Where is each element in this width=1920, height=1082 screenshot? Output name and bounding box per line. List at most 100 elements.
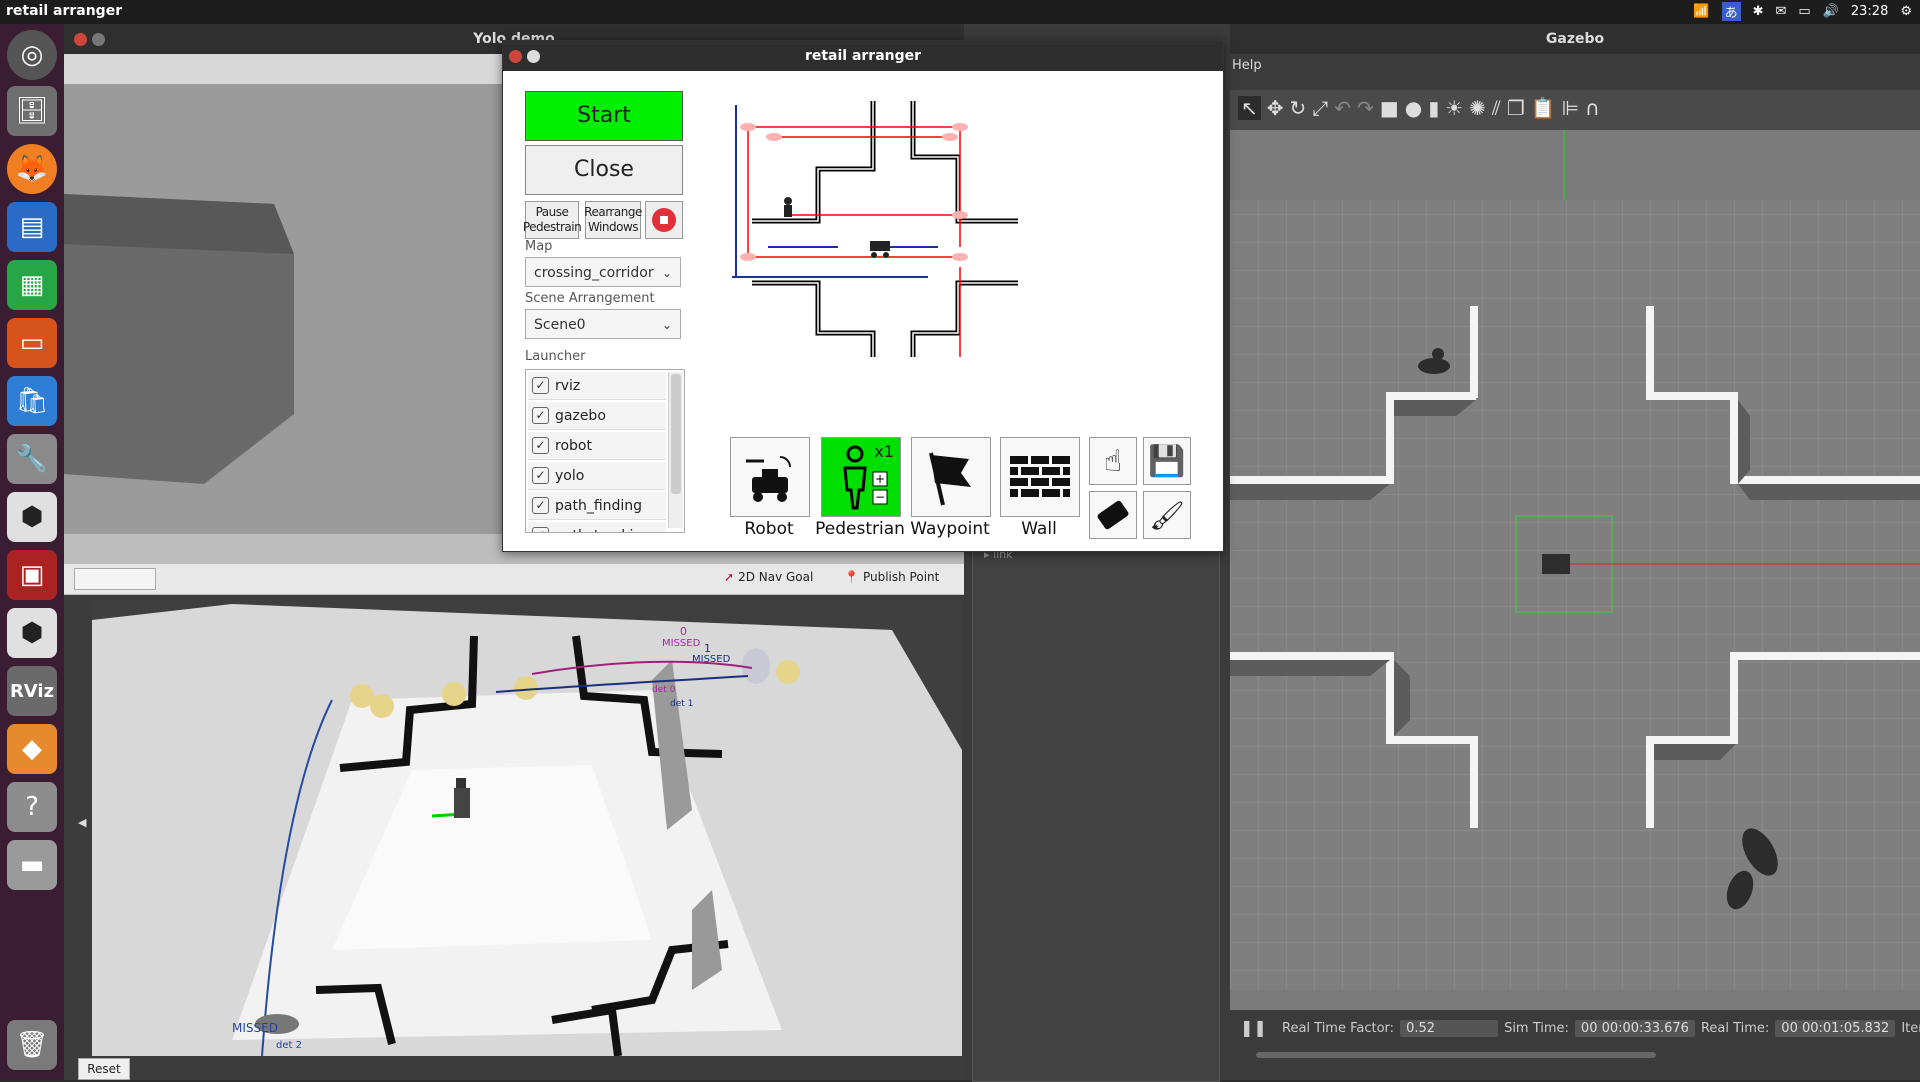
pause-pedestrian-button[interactable]: Pause Pedestrain	[523, 201, 582, 239]
mail-icon[interactable]: ✉	[1775, 4, 1786, 19]
launcher-item[interactable]: ✓ path_finding	[528, 492, 666, 520]
rviz-icon[interactable]: RViz	[7, 666, 57, 716]
wifi-icon[interactable]: 📶	[1693, 4, 1709, 19]
firefox-icon[interactable]: 🦊	[7, 144, 57, 194]
impress-icon[interactable]: ▭	[7, 318, 57, 368]
point-light-icon[interactable]: ☀	[1445, 96, 1463, 120]
snap-icon[interactable]: ∩	[1585, 96, 1600, 120]
volume-icon[interactable]: 🔊	[1823, 4, 1839, 19]
arranger-close-icon[interactable]	[509, 50, 522, 63]
track-0-number: 0	[680, 625, 687, 638]
help-menu[interactable]: Help	[1232, 58, 1262, 73]
det-0-label: det 0	[652, 685, 676, 695]
keyboard-icon[interactable]: あ	[1721, 2, 1741, 21]
gazebo-titlebar: Gazebo	[1230, 24, 1920, 54]
horizontal-scrollbar[interactable]	[1256, 1052, 1656, 1058]
checkbox-checked-icon[interactable]: ✓	[532, 437, 549, 454]
align-icon[interactable]: ⊫	[1562, 96, 1579, 120]
scene-select[interactable]: Scene0 ⌄	[525, 309, 681, 339]
start-button[interactable]: Start	[525, 91, 683, 141]
checkbox-checked-icon[interactable]: ✓	[532, 467, 549, 484]
launcher-label: Launcher	[525, 349, 586, 364]
system-tray: 📶 あ ✱ ✉ ▭ 🔊 23:28 ⚙	[1693, 2, 1912, 21]
yolo-minimize-icon[interactable]	[92, 33, 105, 46]
gazebo-icon[interactable]: ◆	[7, 724, 57, 774]
launcher-item[interactable]: ✓ rviz	[528, 372, 666, 400]
rotate-mode-icon[interactable]: ↻	[1290, 96, 1307, 120]
pause-icon[interactable]: ❚❚	[1240, 1018, 1267, 1037]
gazebo-3d-view[interactable]	[1230, 130, 1920, 1010]
save-button[interactable]: 💾	[1143, 437, 1191, 485]
gazebo-toolbar: ↖ ✥ ↻ ⤢ ↶ ↷ ■ ● ▮ ☀ ✺ ⫽ ❐ 📋 ⊫ ∩	[1230, 90, 1920, 130]
launcher-item[interactable]: ✓ robot	[528, 432, 666, 460]
launcher-item[interactable]: ✓ yolo	[528, 462, 666, 490]
retail-arranger-dialog: retail arranger Start Close Pause Pedest…	[502, 40, 1224, 552]
scale-mode-icon[interactable]: ⤢	[1312, 96, 1328, 120]
redo-icon[interactable]: ↷	[1357, 96, 1374, 120]
arranger-minimize-icon[interactable]	[527, 50, 540, 63]
checkbox-checked-icon[interactable]: ✓	[532, 527, 549, 532]
unity-hub-icon[interactable]: ⬢	[7, 608, 57, 658]
clock[interactable]: 23:28	[1851, 4, 1888, 19]
battery-icon[interactable]: ▭	[1798, 4, 1810, 19]
eraser-tool-button[interactable]	[1089, 491, 1137, 539]
close-button[interactable]: Close	[525, 145, 683, 195]
rearrange-windows-button[interactable]: Rearrange Windows	[584, 201, 642, 239]
paste-icon[interactable]: 📋	[1531, 96, 1556, 120]
copy-icon[interactable]: ❐	[1507, 96, 1525, 120]
sphere-shape-icon[interactable]: ●	[1405, 96, 1422, 120]
track-0-missed: MISSED	[662, 638, 701, 649]
brush-tool-button[interactable]: 🖌	[1143, 491, 1191, 539]
translate-mode-icon[interactable]: ✥	[1267, 96, 1284, 120]
rviz-3d-view[interactable]: 0 MISSED 1 MISSED det 0 det 1 MISSED det…	[92, 600, 962, 1056]
help-icon[interactable]: ?	[7, 782, 57, 832]
publish-point-tool[interactable]: 📍 Publish Point	[844, 570, 939, 584]
checkbox-checked-icon[interactable]: ✓	[532, 407, 549, 424]
select-mode-icon[interactable]: ↖	[1238, 96, 1261, 120]
box-shape-icon[interactable]: ■	[1380, 96, 1399, 120]
drive-icon[interactable]: ▬	[7, 840, 57, 890]
pin-icon: 📍	[844, 570, 859, 584]
launcher-item[interactable]: ✓ gazebo	[528, 402, 666, 430]
rviz-window: ➚ 2D Nav Goal 📍 Publish Point ◀ 0 MISSED…	[64, 564, 964, 1080]
launcher-item[interactable]: ✓path_tracking	[528, 522, 666, 532]
stop-button[interactable]	[645, 201, 683, 239]
pedestrian-tool-button[interactable]: + − x1	[821, 437, 901, 517]
trash-icon[interactable]: 🗑	[7, 1020, 57, 1070]
panel-collapse-arrow-icon[interactable]: ◀	[78, 816, 86, 829]
robot-tool-button[interactable]	[730, 437, 810, 517]
bluetooth-icon[interactable]: ✱	[1753, 4, 1764, 19]
rtf-value: 0.52	[1400, 1020, 1499, 1037]
calc-icon[interactable]: ▦	[7, 260, 57, 310]
unity-icon[interactable]: ⬢	[7, 492, 57, 542]
reset-button[interactable]: Reset	[78, 1058, 130, 1080]
yolo-close-icon[interactable]	[74, 33, 87, 46]
settings-gear-icon[interactable]: ⚙	[1900, 4, 1912, 19]
waypoint-tool-button[interactable]	[911, 437, 991, 517]
files-icon[interactable]: 🗄	[7, 86, 57, 136]
arrow-icon: ➚	[724, 570, 735, 584]
software-center-icon[interactable]: 🛍	[7, 376, 57, 426]
rviz-view-dropdown[interactable]	[74, 568, 156, 590]
rtf-label: Real Time Factor:	[1282, 1021, 1395, 1036]
waypoint-tool-label: Waypoint	[910, 519, 990, 539]
map-preview[interactable]	[728, 97, 1028, 357]
nav-goal-tool[interactable]: ➚ 2D Nav Goal	[724, 570, 813, 584]
wall-tool-button[interactable]	[1000, 437, 1080, 517]
scene-select-value: Scene0	[534, 317, 586, 333]
undo-icon[interactable]: ↶	[1334, 96, 1351, 120]
launcher-scrollbar[interactable]	[668, 372, 683, 528]
flag-icon	[929, 452, 971, 506]
gazebo-status-bar: ❚❚ Real Time Factor: 0.52 Sim Time: 00 0…	[1230, 1010, 1920, 1080]
system-settings-icon[interactable]: 🔧	[7, 434, 57, 484]
ubuntu-menu-icon[interactable]: ◎	[7, 30, 57, 80]
map-select[interactable]: crossing_corridor ⌄	[525, 257, 681, 287]
checkbox-checked-icon[interactable]: ✓	[532, 497, 549, 514]
terminal-icon[interactable]: ▣	[7, 550, 57, 600]
directional-light-icon[interactable]: ⫽	[1492, 96, 1501, 120]
spot-light-icon[interactable]: ✺	[1469, 96, 1486, 120]
hand-tool-button[interactable]: ☝	[1089, 437, 1137, 485]
writer-icon[interactable]: ▤	[7, 202, 57, 252]
checkbox-checked-icon[interactable]: ✓	[532, 377, 549, 394]
cylinder-shape-icon[interactable]: ▮	[1428, 96, 1439, 120]
